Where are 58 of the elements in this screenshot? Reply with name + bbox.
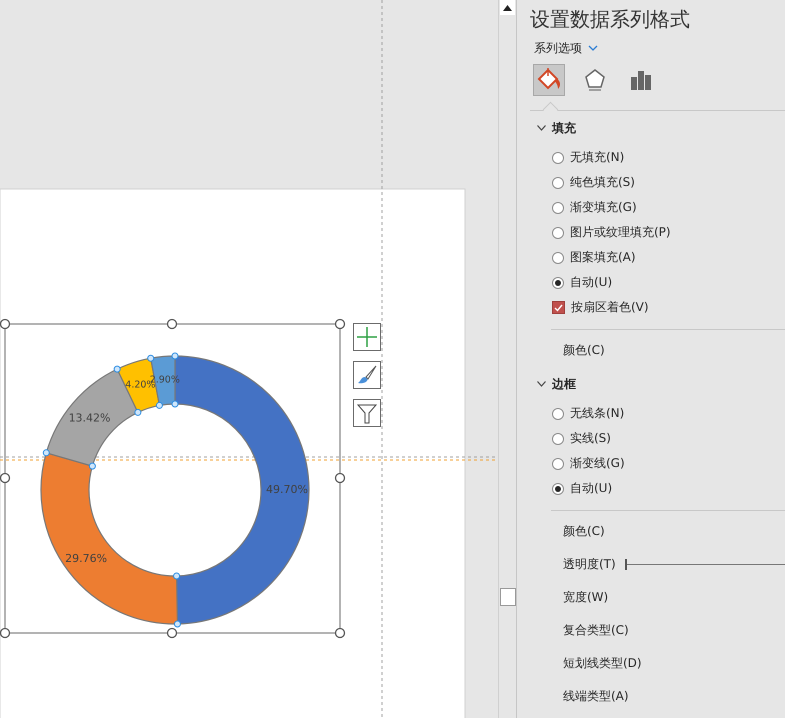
option-label[interactable]: 实线(S) (570, 430, 611, 447)
scrollbar-thumb[interactable] (500, 588, 516, 606)
option-label[interactable]: 渐变填充(G) (570, 199, 637, 216)
data-label: 49.70% (266, 482, 308, 496)
triangle-up-icon (503, 4, 512, 10)
radio-button[interactable] (552, 458, 564, 470)
checkbox[interactable] (552, 301, 565, 314)
bar-chart-icon (630, 69, 652, 91)
option-label[interactable]: 纯色填充(S) (570, 174, 635, 191)
radio-button[interactable] (552, 432, 564, 444)
option-label[interactable]: 自动(U) (570, 480, 612, 497)
data-label: 4.20% (125, 379, 156, 390)
radio-button[interactable] (552, 202, 564, 214)
checkmark-icon (554, 304, 563, 312)
property-label: 透明度(T) (563, 556, 616, 573)
option-label[interactable]: 图案填充(A) (570, 249, 636, 266)
property-label: 宽度(W) (563, 589, 608, 606)
radio-button[interactable] (552, 408, 564, 420)
option-label[interactable]: 渐变线(G) (570, 455, 625, 472)
pane-title: 设置数据系列格式 (530, 6, 691, 33)
brush-icon (356, 364, 378, 386)
radio-button[interactable] (552, 176, 564, 188)
chart-styles-button[interactable] (353, 361, 381, 389)
section-header[interactable]: 填充 (537, 118, 785, 138)
property-label: 线端类型(A) (563, 688, 629, 705)
chevron-down-icon (537, 125, 546, 131)
option-label[interactable]: 图片或纹理填充(P) (570, 224, 671, 241)
radio-button[interactable] (552, 226, 564, 238)
donut-slice[interactable] (40, 452, 178, 625)
property-label: 复合类型(C) (563, 622, 629, 639)
section-header[interactable]: 边框 (537, 374, 785, 394)
option-label[interactable]: 无线条(N) (570, 405, 624, 422)
series-options-dropdown[interactable]: 系列选项 (534, 38, 785, 58)
slider-thumb[interactable] (624, 559, 627, 570)
property-label: 短划线类型(D) (563, 655, 642, 672)
radio-button[interactable] (552, 252, 564, 264)
pentagon-icon (584, 68, 606, 92)
option-label[interactable]: 按扇区着色(V) (571, 299, 649, 316)
point-handles-drawing[interactable] (42, 352, 181, 628)
chart-filters-button[interactable] (353, 399, 381, 427)
chart-elements-button[interactable] (353, 323, 381, 351)
filter-icon (356, 402, 378, 424)
chevron-down-icon (537, 381, 546, 387)
radio-button[interactable] (552, 482, 564, 494)
scroll-up-button[interactable] (500, 0, 515, 15)
data-label: 13.42% (68, 412, 111, 425)
property-label: 颜色(C) (563, 523, 605, 540)
selection-frame-drawing[interactable] (0, 318, 346, 638)
plus-icon (356, 326, 378, 348)
fill-tab[interactable] (533, 64, 565, 96)
option-label[interactable]: 自动(U) (570, 274, 612, 291)
radio-button[interactable] (552, 152, 564, 164)
data-label: 29.76% (65, 552, 108, 566)
property-label: 颜色(C) (563, 342, 605, 359)
chevron-down-icon (588, 45, 598, 51)
radio-button[interactable] (552, 276, 564, 288)
option-label[interactable]: 无填充(N) (570, 149, 624, 166)
transparency-slider[interactable] (626, 559, 785, 570)
